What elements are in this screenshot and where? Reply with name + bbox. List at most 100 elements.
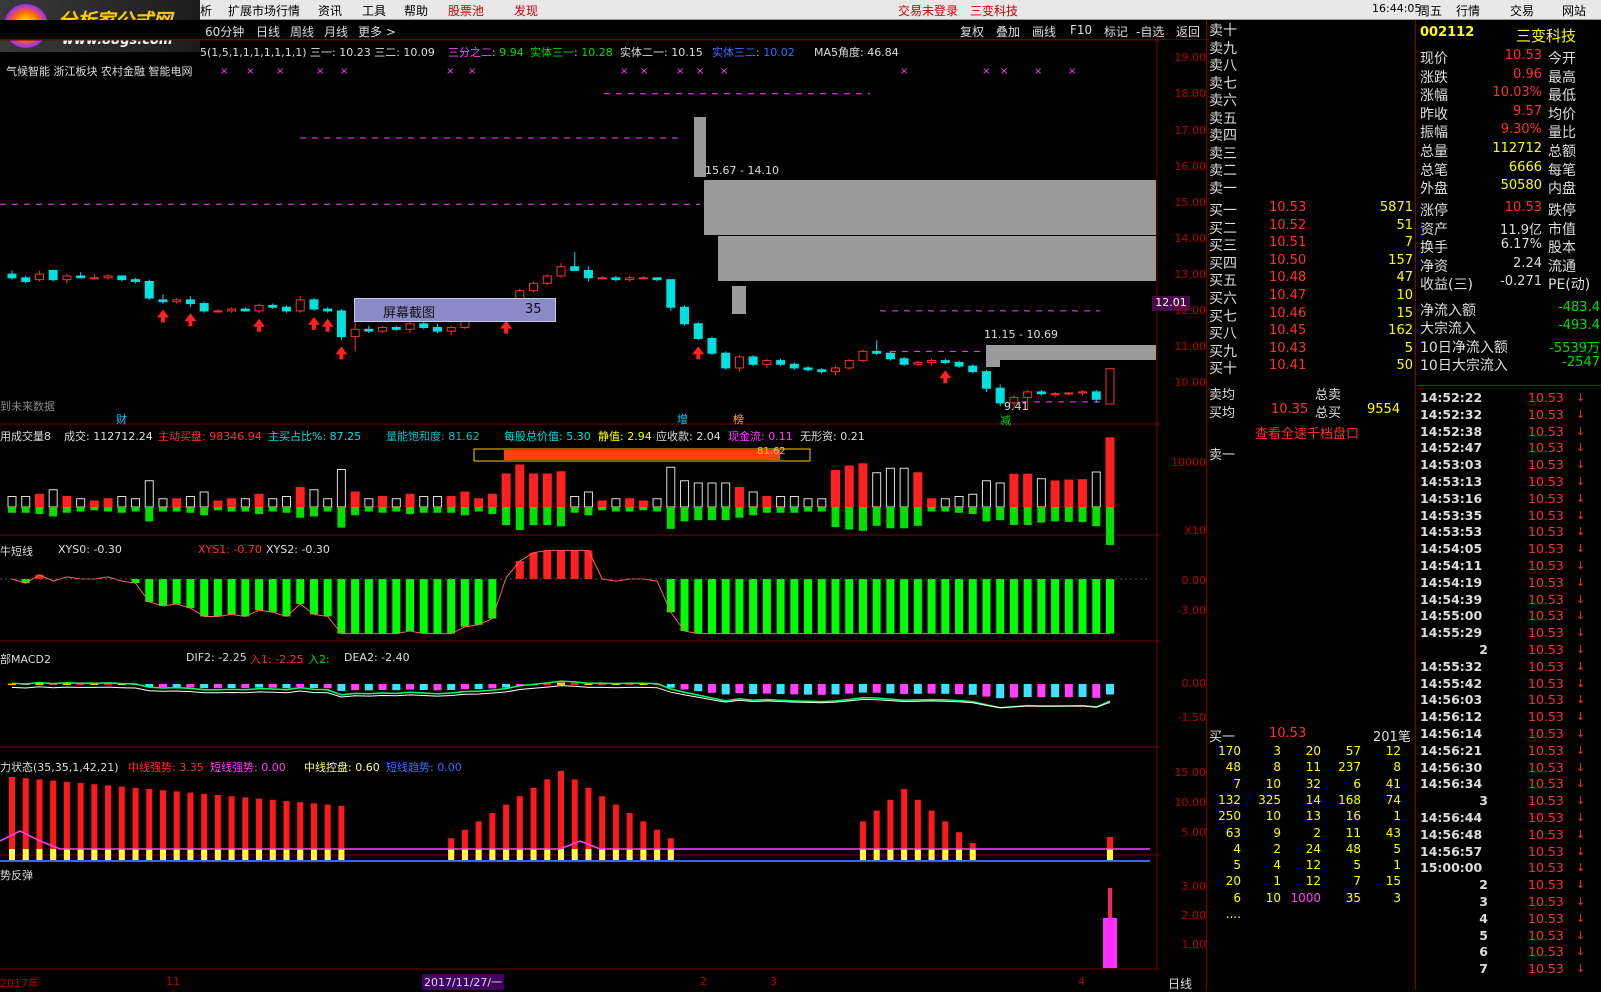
power-control-bar — [558, 849, 564, 861]
date-11: 11 — [166, 975, 180, 988]
vol-cash: 现金流: 0.11 — [728, 430, 793, 443]
volume-bar — [625, 498, 635, 508]
queue-cell: 2 — [1273, 841, 1281, 856]
volume-bar — [968, 493, 978, 508]
kline-chart[interactable]: × × × × × × × × × × × × × × × × × — [0, 0, 1160, 970]
vol-saturation: 量能饱和度: 81.62 — [386, 430, 480, 443]
macd-hist-bar — [1037, 684, 1046, 698]
volume-down-bar — [309, 507, 318, 517]
period-label[interactable]: 日线 — [1168, 975, 1192, 992]
gap-box — [986, 345, 1000, 367]
buy-arrow-icon — [156, 309, 169, 323]
screenshot-button[interactable]: 屏幕截图 35 — [354, 298, 556, 322]
power-bar — [9, 777, 15, 861]
volume-bar — [254, 493, 264, 508]
short-hist-bar — [213, 579, 222, 617]
tick-price: 10.53 — [1528, 709, 1564, 725]
tick-list[interactable]: 14:52:22 10.53 ↓ 14:52:32 10.53 ↓ 14:52:38 10.5… — [1416, 385, 1601, 990]
buy-arrow-icon — [335, 346, 348, 360]
candle-body — [199, 303, 209, 312]
volume-bar — [446, 496, 456, 508]
tick-price: 10.53 — [1528, 423, 1564, 439]
candle-body — [364, 328, 374, 332]
power-control-bar — [36, 849, 43, 861]
mark-zeng: 增 — [677, 413, 688, 426]
queue-cell: .... — [1225, 907, 1241, 921]
tick-arrow-icon: ↓ — [1576, 760, 1586, 774]
tick-time: 2 — [1479, 642, 1488, 657]
volume-bar — [378, 496, 388, 508]
cross-marker: × — [220, 66, 228, 77]
volume-down-bar — [433, 507, 442, 513]
volume-bar — [309, 489, 319, 508]
volume-down-bar — [529, 507, 538, 526]
tick-time: 14:56:12 — [1420, 709, 1483, 725]
power-control-bar — [283, 849, 290, 861]
volume-bar — [954, 496, 964, 508]
volume-bar — [1064, 479, 1074, 508]
main-indicator-line: 5(1,5,1,1,1,1,1,1,1) 三一: 10.23 三二: 10.09 — [200, 46, 435, 59]
volume-down-bar — [186, 507, 195, 513]
buy-level-volume: 47 — [1396, 270, 1413, 286]
future-data-label: 到未来数据 — [0, 400, 55, 413]
tick-price: 10.53 — [1528, 440, 1564, 456]
quote-label: 收益(三) — [1420, 277, 1473, 294]
power-control-bar — [63, 849, 70, 861]
buy-level-volume: 5 — [1404, 340, 1413, 356]
tick-time: 3 — [1479, 793, 1488, 809]
power-bar — [571, 779, 578, 861]
volume-bar — [21, 496, 31, 508]
tick-time: 14:56:21 — [1420, 742, 1483, 758]
macd-hist-bar — [406, 684, 415, 690]
tick-arrow-icon: ↓ — [1576, 491, 1586, 505]
queue-cell: 15 — [1385, 874, 1401, 889]
quote-label: 昨收 — [1420, 106, 1448, 123]
quote-value: 9.57 — [1513, 103, 1542, 119]
tick-price: 10.53 — [1528, 608, 1564, 624]
volume-bar — [1009, 473, 1019, 508]
queue-cell: 4 — [1273, 858, 1281, 873]
date-4: 4 — [1078, 975, 1085, 988]
tick-time: 14:54:39 — [1420, 591, 1483, 607]
volume-bar — [295, 487, 305, 508]
short-hist-bar — [282, 579, 291, 617]
macd-hist-bar — [845, 684, 854, 694]
tick-arrow-icon: ↓ — [1576, 794, 1586, 808]
short-axis-0: 0.00 — [1181, 574, 1207, 587]
volume-bar — [570, 496, 580, 508]
short-hist-bar — [996, 579, 1005, 634]
vol-title: 用成交量8 — [0, 430, 51, 443]
volume-bar — [460, 491, 470, 508]
action-back[interactable]: 返回 — [1176, 23, 1200, 40]
menu-right-trade[interactable]: 交易 — [1510, 2, 1534, 19]
macd-hist-bar — [1064, 684, 1073, 698]
candle-body — [62, 275, 72, 281]
tick-arrow-icon: ↓ — [1576, 777, 1586, 791]
volume-bar — [789, 496, 799, 508]
macd-hist-bar — [488, 684, 497, 689]
tick-arrow-icon: ↓ — [1576, 609, 1586, 623]
menu-right-web[interactable]: 网站 — [1562, 2, 1586, 19]
short-hist-bar — [845, 579, 854, 634]
volume-bar — [199, 491, 209, 508]
macd-hist-bar — [790, 684, 799, 695]
power-control-bar — [132, 849, 139, 861]
short-xys1: XYS1: -0.70 — [198, 543, 262, 556]
candle-body — [378, 326, 388, 332]
buy-level-price: 10.47 — [1269, 288, 1307, 303]
tick-price: 10.53 — [1528, 961, 1564, 977]
menu-right-quote[interactable]: 行情 — [1456, 2, 1480, 19]
power-control-bar — [928, 849, 935, 861]
short-hist-bar — [419, 579, 428, 634]
screenshot-label: 屏幕截图 — [383, 306, 436, 321]
power-control-bar — [640, 849, 647, 861]
macd-hist-bar — [749, 684, 758, 694]
quote-label-right: 每笔 — [1548, 162, 1576, 179]
price-axis-10: 10.00 — [1174, 376, 1207, 389]
full-depth-link[interactable]: 查看全速千档盘口 — [1255, 423, 1359, 442]
tick-arrow-icon: ↓ — [1576, 895, 1586, 908]
volume-down-bar — [502, 507, 511, 526]
rebound-axis-2: 2.00 — [1181, 909, 1207, 922]
candle-body — [48, 269, 58, 281]
volume-down-bar — [474, 507, 483, 512]
